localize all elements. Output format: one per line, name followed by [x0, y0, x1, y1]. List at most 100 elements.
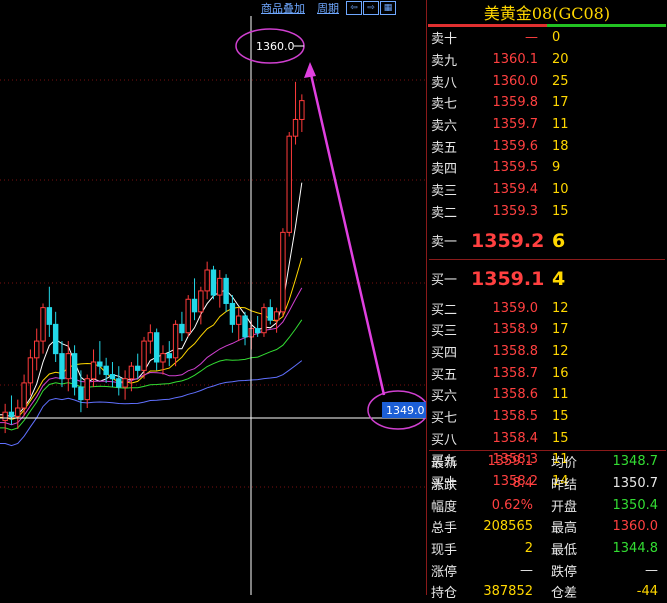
grid-icon[interactable]: ▦: [380, 1, 396, 15]
stat-l2: 最低: [551, 543, 578, 559]
bid-row[interactable]: 买六 1358.6 11: [427, 384, 667, 406]
ask-list: 卖十 — 0 卖九 1360.1 20 卖八 1360.0 25 卖七 1359.8 17 卖六 1359…: [427, 27, 667, 222]
bid-row[interactable]: 买七 1358.5 15: [427, 406, 667, 428]
ask-qty: 25: [552, 73, 569, 89]
bid-price: 1358.4: [492, 430, 539, 446]
candle-body: [147, 332, 154, 342]
ask-qty: 0: [552, 30, 561, 46]
candle-body: [135, 365, 141, 371]
candle-body: [286, 135, 292, 233]
bid1-qty: 4: [552, 267, 566, 290]
stat-l1: 涨跌: [431, 478, 458, 494]
ask-row[interactable]: 卖六 1359.7 11: [427, 114, 667, 136]
ask-qty: 20: [552, 52, 569, 68]
period-button[interactable]: 周期: [311, 0, 345, 16]
bid-qty: 11: [552, 387, 569, 403]
candle-body: [229, 302, 236, 325]
ask-qty: 10: [552, 182, 569, 198]
bid-label: 买五: [431, 367, 458, 383]
bid-price: 1358.9: [492, 322, 539, 338]
arrow-left-icon[interactable]: ⇦: [346, 1, 362, 15]
candle-body: [166, 353, 172, 359]
candle-body: [8, 411, 15, 417]
bid-qty: 15: [552, 408, 569, 424]
stat-l2: 最高: [551, 521, 578, 537]
ask-price: 1359.8: [492, 95, 539, 111]
ask-row[interactable]: 卖八 1360.0 25: [427, 70, 667, 92]
candle-body: [185, 298, 191, 334]
ask-price: —: [525, 30, 538, 46]
candle-body: [179, 323, 185, 334]
ask-row[interactable]: 卖三 1359.4 10: [427, 179, 667, 201]
bid-row[interactable]: 买四 1358.8 12: [427, 341, 667, 363]
bid-row[interactable]: 买五 1358.7 16: [427, 362, 667, 384]
quote-panel: 美黄金08(GC08) 卖十 — 0 卖九 1360.1 20 卖八 1360.0 25 卖七 13…: [426, 0, 667, 601]
ask-row[interactable]: 卖七 1359.8 17: [427, 92, 667, 114]
ask-row[interactable]: 卖九 1360.1 20: [427, 49, 667, 71]
ask-row[interactable]: 卖五 1359.6 18: [427, 135, 667, 157]
arrow-right-icon[interactable]: ⇨: [363, 1, 379, 15]
candle-body: [84, 378, 90, 401]
ask-label: 卖八: [431, 75, 458, 91]
kline-chart[interactable]: 1360.0 1349.0: [0, 0, 427, 595]
bid1-row[interactable]: 买一 1359.1 4: [427, 260, 667, 297]
ask-price: 1360.1: [492, 52, 539, 68]
candle-body: [261, 307, 267, 334]
arrow-head: [304, 62, 316, 78]
bid-qty: 15: [552, 430, 569, 446]
candle-body: [242, 315, 248, 338]
bid-row[interactable]: 买二 1359.0 12: [427, 297, 667, 319]
candle-body: [97, 361, 103, 367]
candle-body: [52, 323, 59, 355]
candle-body: [27, 357, 34, 384]
instrument-title: 美黄金08(GC08): [483, 4, 611, 23]
bid-label: 买七: [431, 410, 458, 426]
ask1-label: 卖一: [431, 235, 458, 251]
stat-l1: 幅度: [431, 499, 458, 515]
candle-body: [191, 298, 198, 313]
overlay-button[interactable]: 商品叠加: [255, 0, 311, 16]
ask1-qty: 6: [552, 229, 566, 252]
candle-body: [15, 407, 21, 417]
candle-body: [34, 340, 40, 359]
top-price-label: 1360.0: [256, 40, 295, 53]
arrow-shaft: [308, 69, 386, 396]
stat-l1: 总手: [431, 521, 458, 537]
ask-row[interactable]: 卖十 — 0: [427, 27, 667, 49]
candle-body: [21, 382, 27, 409]
ask-price: 1360.0: [492, 73, 539, 89]
ask-qty: 18: [552, 138, 569, 154]
stat-v1: 387852: [483, 584, 533, 600]
stat-l2: 跌停: [551, 564, 578, 580]
stat-row: 涨停 — 跌停 —: [427, 559, 667, 581]
candle-body: [103, 365, 109, 376]
stat-v2: 1360.0: [612, 519, 659, 535]
stat-l1: 最新: [431, 456, 458, 472]
bid-row[interactable]: 买三 1358.9 17: [427, 319, 667, 341]
stat-v2: -44: [636, 584, 658, 600]
stat-v1: —: [520, 562, 533, 578]
stat-row: 持仓 387852 仓差 -44: [427, 581, 667, 603]
candle-body: [40, 307, 46, 342]
ask-qty: 17: [552, 95, 569, 111]
candle-body: [236, 315, 242, 325]
candle-body: [160, 353, 166, 363]
bid-row[interactable]: 买八 1358.4 15: [427, 427, 667, 449]
chart-toolbar: 商品叠加 周期 ⇦ ⇨ ▦: [255, 0, 396, 16]
candle-body: [90, 361, 97, 380]
ask1-row[interactable]: 卖一 1359.2 6: [427, 222, 667, 259]
bid-price: 1358.5: [492, 408, 539, 424]
bid-label: 买二: [431, 302, 458, 318]
ask-row[interactable]: 卖四 1359.5 9: [427, 157, 667, 179]
stat-row: 最新 1359.1 均价 1348.7: [427, 451, 667, 473]
ask-label: 卖二: [431, 205, 458, 221]
bid-label: 买四: [431, 345, 458, 361]
stat-v1: 2: [524, 541, 533, 557]
bid-price: 1359.0: [492, 300, 539, 316]
candle-body: [122, 378, 128, 388]
current-price-label: 1349.0: [386, 404, 425, 417]
stat-row: 涨跌 8.4 昨结 1350.7: [427, 473, 667, 495]
candle-body: [78, 386, 84, 401]
bid1-price: 1359.1: [471, 267, 545, 290]
ask-row[interactable]: 卖二 1359.3 15: [427, 201, 667, 223]
